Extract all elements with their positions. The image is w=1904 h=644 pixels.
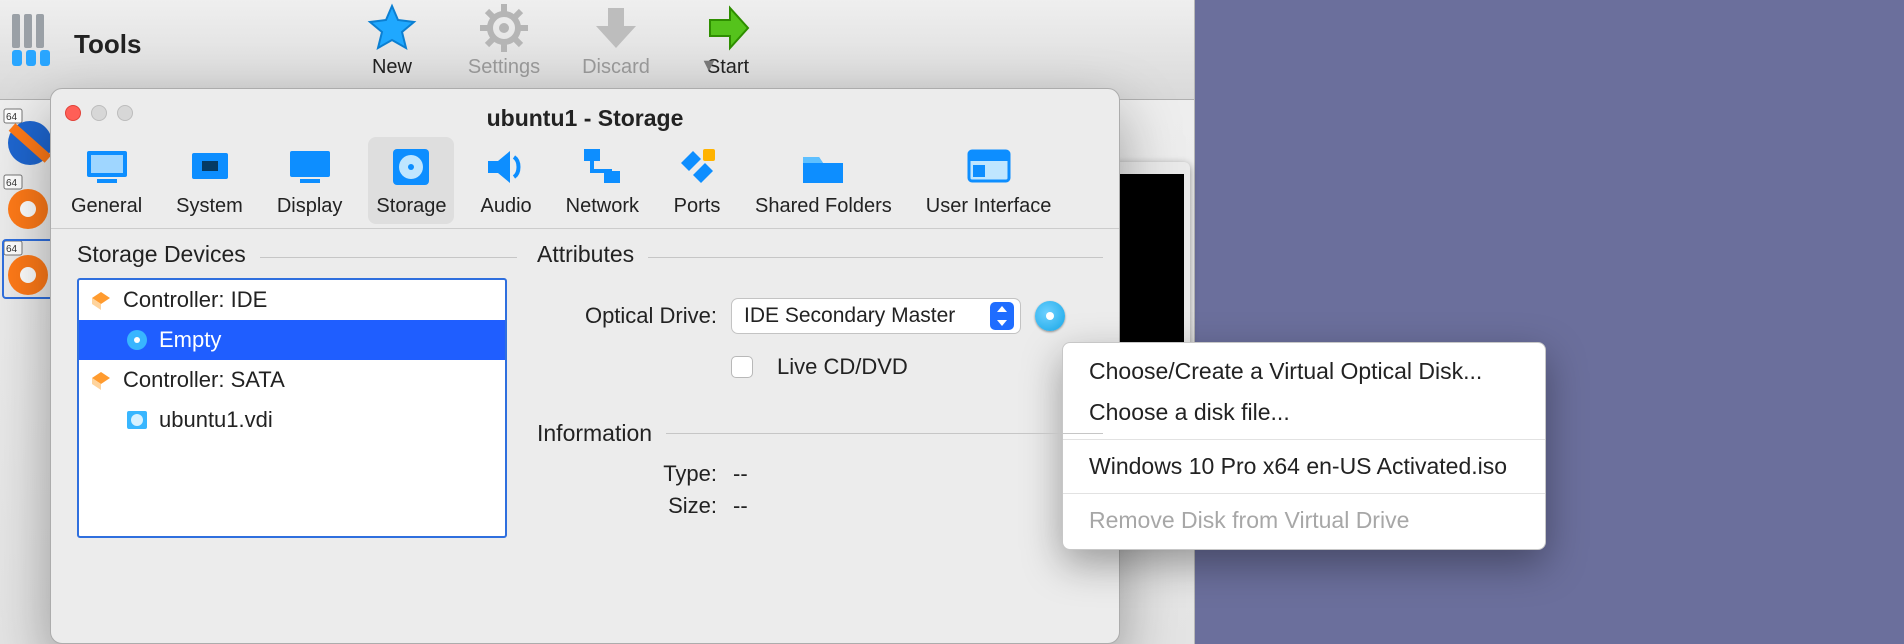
optical-drive-row: Optical Drive: IDE Secondary Master xyxy=(537,298,1093,334)
storage-devices-column: Storage Devices Controller: IDE Empty Co… xyxy=(77,241,507,623)
network-icon xyxy=(578,143,626,191)
sheet-title: ubuntu1 - Storage xyxy=(487,105,684,131)
vm-item-3-selected[interactable]: 64 xyxy=(2,239,54,299)
live-cd-row: Live CD/DVD xyxy=(731,354,1093,380)
tab-audio[interactable]: Audio xyxy=(472,137,539,224)
tab-ports[interactable]: Ports xyxy=(665,137,729,224)
menu-iso-item[interactable]: Windows 10 Pro x64 en-US Activated.iso xyxy=(1063,446,1545,487)
folder-icon xyxy=(799,143,847,191)
tab-general[interactable]: General xyxy=(63,137,150,224)
display-icon xyxy=(286,143,334,191)
tab-user-interface[interactable]: User Interface xyxy=(918,137,1060,224)
live-cd-checkbox[interactable] xyxy=(731,356,753,378)
optical-drive-label: Optical Drive: xyxy=(537,303,717,329)
monitor-icon xyxy=(83,143,131,191)
tab-audio-label: Audio xyxy=(480,195,531,218)
new-button[interactable]: New xyxy=(350,2,434,79)
zoom-window-button[interactable] xyxy=(117,105,133,121)
info-type-row: Type: -- xyxy=(537,461,1093,487)
sheet-titlebar: ubuntu1 - Storage xyxy=(51,89,1119,127)
storage-tree[interactable]: Controller: IDE Empty Controller: SATA u… xyxy=(77,278,507,538)
tools-label[interactable]: Tools xyxy=(74,29,141,60)
menu-choose-create[interactable]: Choose/Create a Virtual Optical Disk... xyxy=(1063,351,1545,392)
gear-icon xyxy=(478,2,530,54)
menu-separator xyxy=(1063,439,1545,440)
attributes-column: Attributes Optical Drive: IDE Secondary … xyxy=(537,241,1093,623)
chip-icon xyxy=(186,143,234,191)
controller-sata-row[interactable]: Controller: SATA xyxy=(79,360,505,400)
info-size-label: Size: xyxy=(537,493,717,519)
minimize-window-button[interactable] xyxy=(91,105,107,121)
window-controls xyxy=(65,105,133,121)
info-type-label: Type: xyxy=(537,461,717,487)
attributes-heading: Attributes xyxy=(537,241,648,268)
optical-disk-context-menu: Choose/Create a Virtual Optical Disk... … xyxy=(1062,342,1546,550)
tab-system[interactable]: System xyxy=(168,137,251,224)
harddisk-icon xyxy=(387,143,435,191)
discard-label: Discard xyxy=(574,56,658,79)
tab-storage-label: Storage xyxy=(376,195,446,218)
start-label: Start xyxy=(686,56,770,79)
optical-drive-value: IDE Secondary Master xyxy=(744,304,955,328)
speaker-icon xyxy=(482,143,530,191)
window-icon xyxy=(965,143,1013,191)
vdi-row[interactable]: ubuntu1.vdi xyxy=(79,400,505,440)
settings-button[interactable]: Settings xyxy=(462,2,546,79)
tools-icon xyxy=(10,10,60,70)
tab-system-label: System xyxy=(176,195,243,218)
tab-ui-label: User Interface xyxy=(926,195,1052,218)
starburst-icon xyxy=(366,2,418,54)
settings-label: Settings xyxy=(462,56,546,79)
svg-text:64: 64 xyxy=(6,112,18,123)
optical-empty-row[interactable]: Empty xyxy=(79,320,505,360)
start-arrow-icon xyxy=(702,2,754,54)
info-size-row: Size: -- xyxy=(537,493,1093,519)
vm-sidebar: 64 64 64 xyxy=(0,101,56,305)
close-window-button[interactable] xyxy=(65,105,81,121)
new-label: New xyxy=(350,56,434,79)
info-type-value: -- xyxy=(733,461,748,487)
tab-shared-label: Shared Folders xyxy=(755,195,892,218)
info-size-value: -- xyxy=(733,493,748,519)
optical-empty-label: Empty xyxy=(159,327,221,353)
tab-display[interactable]: Display xyxy=(269,137,351,224)
harddisk-icon xyxy=(125,408,149,432)
vdi-label: ubuntu1.vdi xyxy=(159,407,273,433)
sheet-body: Storage Devices Controller: IDE Empty Co… xyxy=(51,229,1119,623)
ports-icon xyxy=(673,143,721,191)
start-button[interactable]: Start xyxy=(686,2,770,79)
tab-general-label: General xyxy=(71,195,142,218)
svg-text:64: 64 xyxy=(6,244,18,255)
storage-devices-heading: Storage Devices xyxy=(77,241,260,268)
controller-ide-label: Controller: IDE xyxy=(123,287,267,313)
select-arrows-icon xyxy=(990,302,1014,330)
menu-separator xyxy=(1063,493,1545,494)
live-cd-label: Live CD/DVD xyxy=(777,354,908,380)
tab-shared-folders[interactable]: Shared Folders xyxy=(747,137,900,224)
choose-disk-button[interactable] xyxy=(1035,301,1065,331)
tab-network-label: Network xyxy=(566,195,639,218)
discard-button[interactable]: Discard xyxy=(574,2,658,79)
controller-icon xyxy=(89,288,113,312)
vm-item-2[interactable]: 64 xyxy=(2,173,54,233)
main-toolbar: Tools New Settings xyxy=(0,0,1194,100)
disc-icon xyxy=(125,328,149,352)
information-heading: Information xyxy=(537,420,666,447)
menu-choose-file[interactable]: Choose a disk file... xyxy=(1063,392,1545,433)
vm-item-1[interactable]: 64 xyxy=(2,107,54,167)
settings-tabs: General System Display Storage Audio Net… xyxy=(51,127,1119,229)
tab-ports-label: Ports xyxy=(673,195,721,218)
svg-text:64: 64 xyxy=(6,178,18,189)
tab-network[interactable]: Network xyxy=(558,137,647,224)
settings-sheet: ubuntu1 - Storage General System Display… xyxy=(50,88,1120,644)
tab-storage[interactable]: Storage xyxy=(368,137,454,224)
tab-display-label: Display xyxy=(277,195,343,218)
controller-ide-row[interactable]: Controller: IDE xyxy=(79,280,505,320)
menu-remove-disk: Remove Disk from Virtual Drive xyxy=(1063,500,1545,541)
optical-drive-select[interactable]: IDE Secondary Master xyxy=(731,298,1021,334)
start-menu-caret[interactable]: ▼ xyxy=(700,55,718,76)
controller-sata-label: Controller: SATA xyxy=(123,367,285,393)
controller-icon xyxy=(89,368,113,392)
down-arrow-icon xyxy=(590,2,642,54)
